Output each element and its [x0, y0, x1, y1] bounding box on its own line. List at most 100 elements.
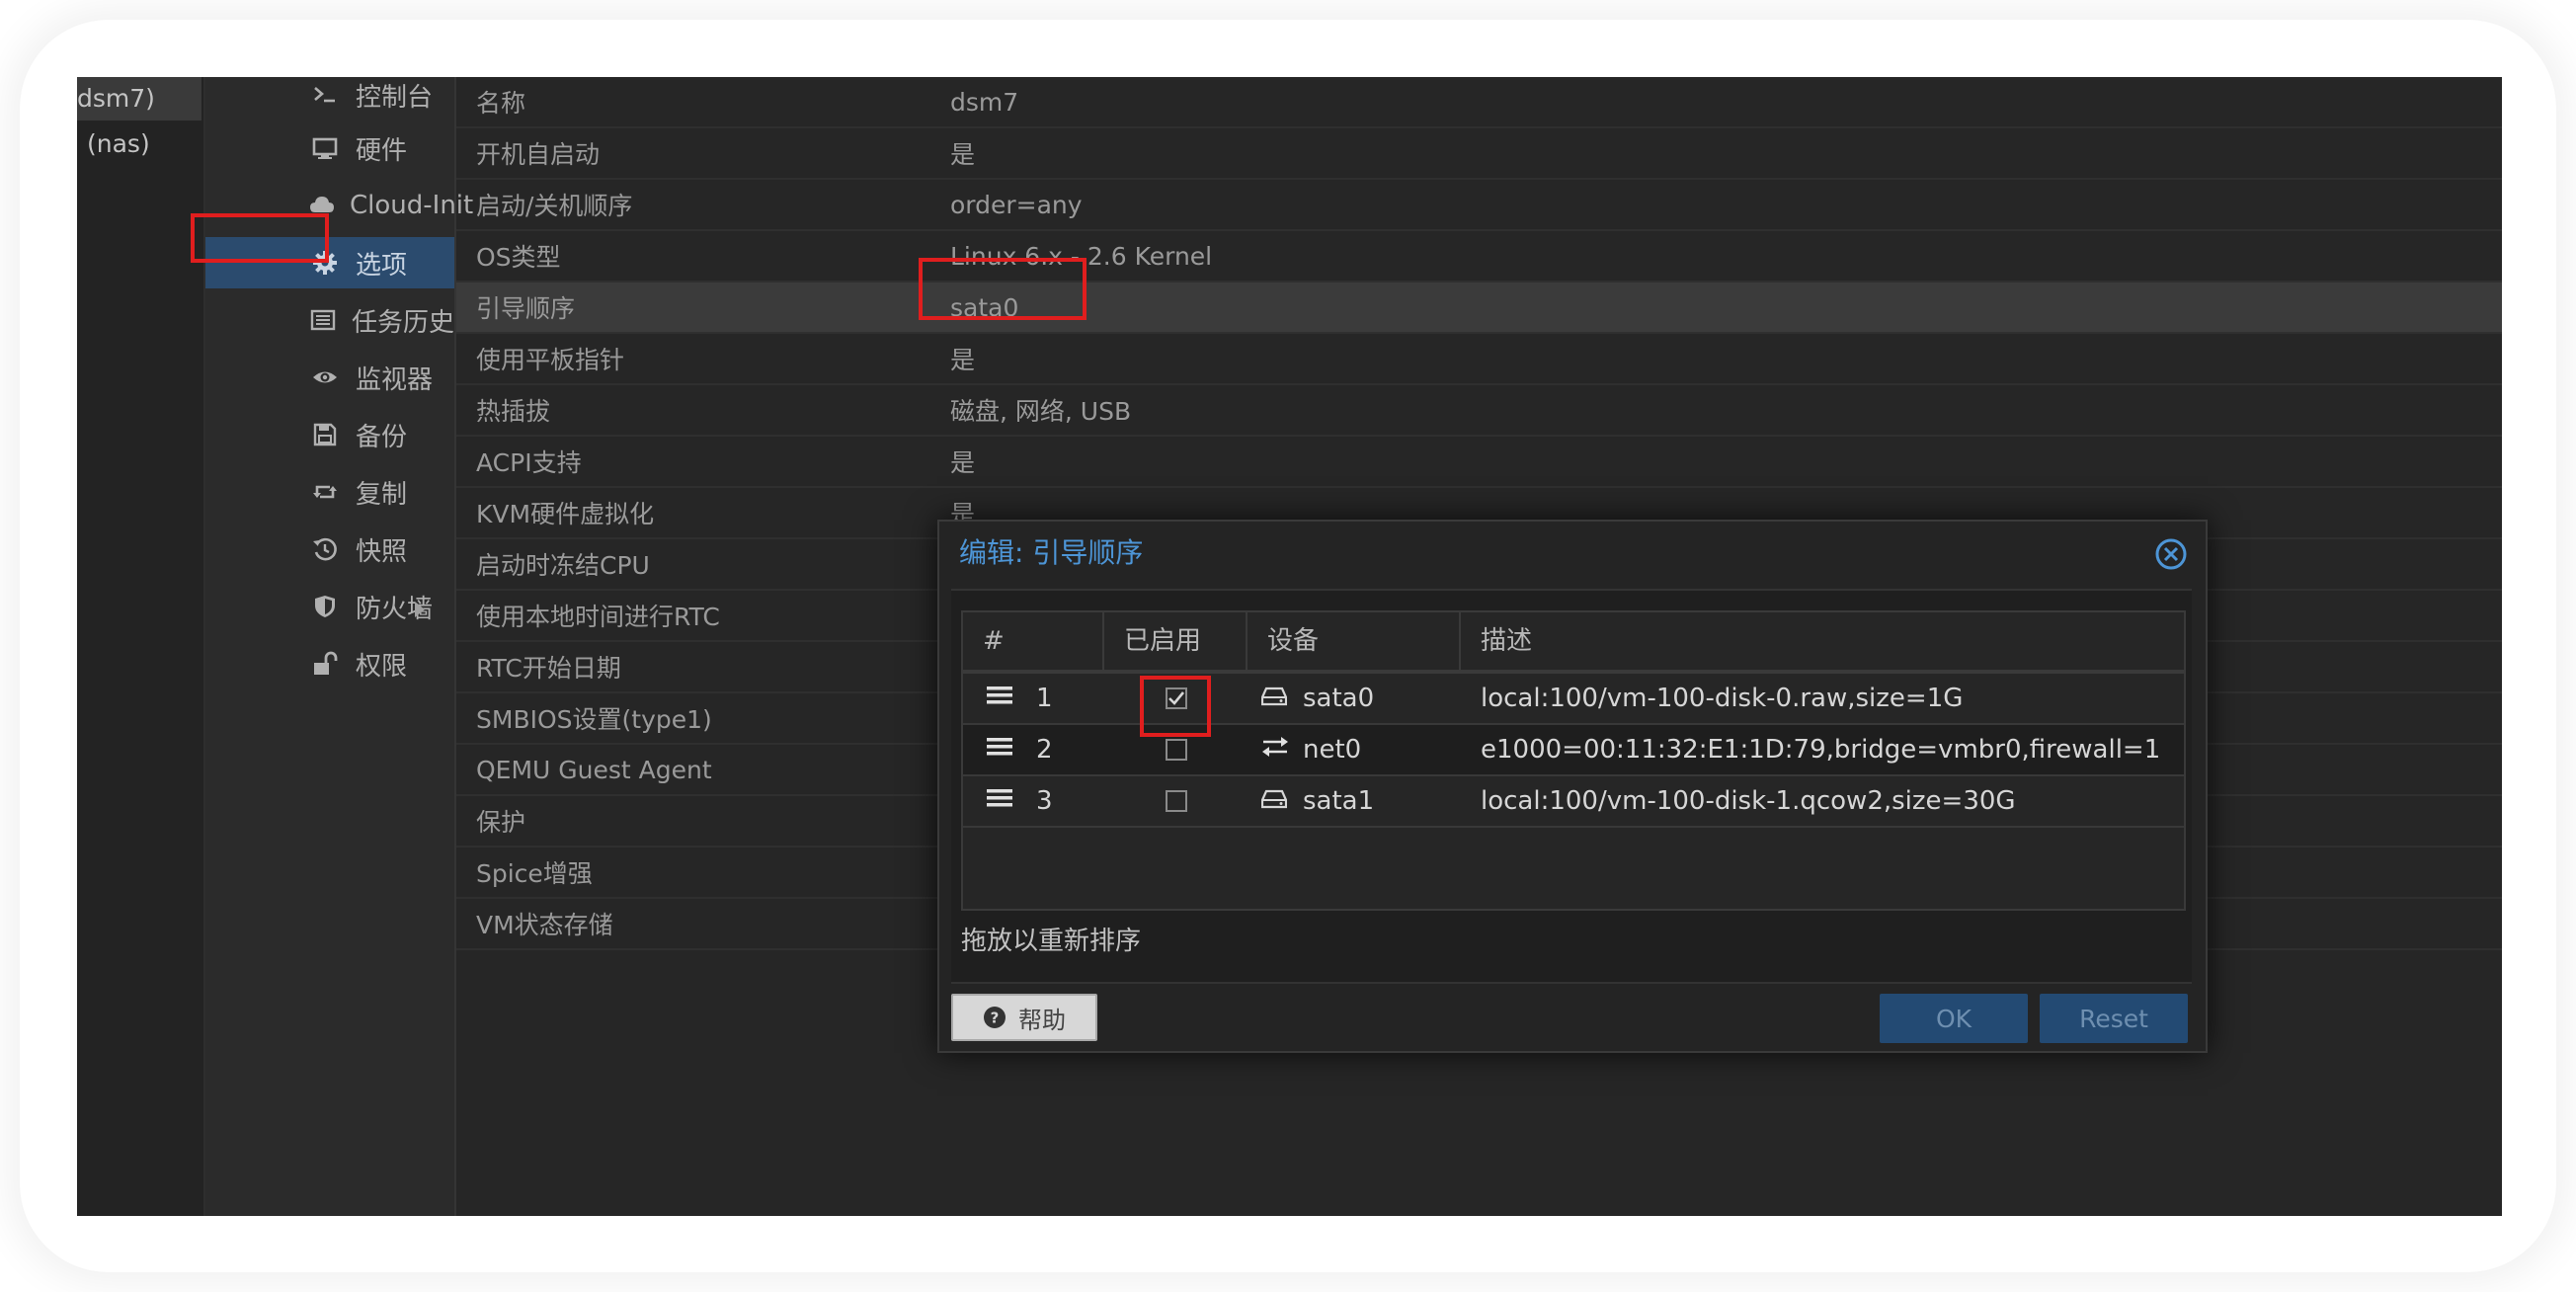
option-value: 是	[950, 140, 976, 169]
drag-handle-icon[interactable]	[987, 735, 1012, 765]
list-icon	[308, 306, 338, 334]
option-name: RTC开始日期	[476, 654, 621, 683]
column-header-enabled[interactable]: 已启用	[1104, 612, 1248, 670]
device-description: local:100/vm-100-disk-0.raw,size=1G	[1481, 684, 1964, 713]
nav-item-console[interactable]: 控制台	[205, 77, 454, 121]
boot-order-table: # 已启用 设备 描述 1 sata0 local:100/vm-100-dis…	[961, 610, 2186, 911]
drag-reorder-hint: 拖放以重新排序	[961, 927, 1142, 956]
nav-item-replication[interactable]: 复制	[205, 466, 454, 518]
nav-item-firewall[interactable]: 防火墙	[205, 581, 454, 632]
nav-label: Cloud-Init	[350, 191, 474, 220]
option-name: QEMU Guest Agent	[476, 755, 712, 784]
grid-row[interactable]: ACPI支持 是	[456, 437, 2502, 488]
row-number: 2	[1036, 735, 1053, 765]
tree-item-label: (nas)	[87, 129, 150, 158]
grid-row[interactable]: 开机自启动 是	[456, 128, 2502, 180]
nav-label: 快照	[356, 536, 408, 567]
option-value: sata0	[950, 292, 1019, 322]
tree-item-dsm7[interactable]: dsm7)	[77, 77, 201, 121]
cloud-icon	[308, 192, 336, 219]
nav-label: 备份	[356, 422, 408, 452]
nav-item-monitor[interactable]: 监视器	[205, 352, 454, 403]
floppy-icon	[308, 421, 342, 448]
question-circle-icon: ?	[983, 1006, 1006, 1029]
eye-icon	[308, 363, 342, 391]
option-name: 启动/关机顺序	[476, 192, 633, 220]
ok-button[interactable]: OK	[1880, 994, 2028, 1043]
device-name: sata0	[1303, 684, 1375, 713]
option-name: KVM硬件虚拟化	[476, 500, 655, 528]
nav-label: 控制台	[356, 82, 434, 113]
option-name: Spice增强	[476, 859, 593, 888]
grid-row-boot-order[interactable]: 引导顺序 sata0	[456, 283, 2502, 334]
nav-item-cloud-init[interactable]: Cloud-Init	[205, 180, 473, 231]
shield-icon	[308, 593, 342, 620]
exchange-icon	[1261, 735, 1289, 765]
table-row[interactable]: 3 sata1 local:100/vm-100-disk-1.qcow2,si…	[963, 776, 2184, 828]
vm-nav-menu: 控制台 硬件 Cloud-Init 选项 任务历史 监视器 备份 复制 快照 防…	[205, 77, 473, 1216]
grid-row[interactable]: 使用平板指针 是	[456, 334, 2502, 385]
option-name: 引导顺序	[476, 294, 576, 323]
option-value: Linux 6.x - 2.6 Kernel	[950, 241, 1213, 271]
nav-label: 权限	[356, 651, 408, 682]
close-icon[interactable]	[2154, 537, 2188, 571]
gear-icon	[308, 249, 342, 277]
option-name: 热插拔	[476, 397, 551, 426]
nav-label: 任务历史	[351, 307, 454, 338]
device-description: e1000=00:11:32:E1:1D:79,bridge=vmbr0,fir…	[1481, 735, 2161, 765]
nav-item-snapshots[interactable]: 快照	[205, 524, 454, 575]
row-number: 3	[1036, 786, 1053, 816]
ok-label: OK	[1935, 1004, 1972, 1033]
option-name: SMBIOS设置(type1)	[476, 705, 712, 734]
hdd-icon	[1260, 684, 1288, 713]
tree-item-label: dsm7)	[77, 84, 155, 113]
option-value: 是	[950, 346, 976, 374]
column-header-description[interactable]: 描述	[1461, 612, 2184, 670]
option-name: VM状态存储	[476, 911, 613, 939]
option-value: 是	[950, 448, 976, 477]
grid-row[interactable]: 名称 dsm7	[456, 77, 2502, 128]
resource-tree: dsm7) (nas)	[77, 77, 205, 1216]
nav-label: 选项	[356, 250, 408, 281]
option-name: 保护	[476, 808, 526, 837]
dialog-title: 编辑: 引导顺序	[959, 536, 1144, 569]
nav-item-permissions[interactable]: 权限	[205, 638, 454, 689]
grid-row[interactable]: 启动/关机顺序 order=any	[456, 180, 2502, 231]
table-row[interactable]: 2 net0 e1000=00:11:32:E1:1D:79,bridge=vm…	[963, 725, 2184, 776]
table-row[interactable]: 1 sata0 local:100/vm-100-disk-0.raw,size…	[963, 674, 2184, 725]
monitor-icon	[308, 134, 342, 162]
option-name: 使用平板指针	[476, 346, 625, 374]
nav-item-options[interactable]: 选项	[205, 237, 454, 288]
terminal-icon	[308, 81, 342, 109]
option-value: dsm7	[950, 87, 1019, 117]
column-header-number[interactable]: #	[963, 612, 1104, 670]
help-label: 帮助	[1018, 1006, 1066, 1034]
unlock-icon	[308, 650, 342, 678]
column-header-device[interactable]: 设备	[1248, 612, 1461, 670]
option-name: 开机自启动	[476, 140, 601, 169]
option-value: order=any	[950, 190, 1083, 219]
help-button[interactable]: ? 帮助	[951, 994, 1097, 1041]
enabled-checkbox[interactable]	[1165, 790, 1187, 812]
reset-label: Reset	[2079, 1004, 2148, 1033]
drag-handle-icon[interactable]	[987, 786, 1012, 816]
option-name: 启动时冻结CPU	[476, 551, 650, 580]
nav-item-task-history[interactable]: 任务历史	[205, 294, 454, 346]
nav-item-hardware[interactable]: 硬件	[205, 122, 454, 174]
grid-row[interactable]: 热插拔 磁盘, 网络, USB	[456, 385, 2502, 437]
row-number: 1	[1036, 684, 1053, 713]
enabled-checkbox[interactable]	[1165, 687, 1187, 709]
dialog-body: # 已启用 设备 描述 1 sata0 local:100/vm-100-dis…	[951, 589, 2192, 984]
enabled-checkbox[interactable]	[1165, 739, 1187, 761]
device-name: net0	[1303, 735, 1362, 765]
option-name: OS类型	[476, 243, 561, 272]
nav-label: 复制	[356, 479, 408, 510]
reset-button[interactable]: Reset	[2040, 994, 2188, 1043]
grid-row[interactable]: OS类型 Linux 6.x - 2.6 Kernel	[456, 231, 2502, 283]
nav-item-backup[interactable]: 备份	[205, 409, 454, 460]
tree-item-nas[interactable]: (nas)	[87, 122, 150, 166]
option-name: 使用本地时间进行RTC	[476, 603, 720, 631]
device-description: local:100/vm-100-disk-1.qcow2,size=30G	[1481, 786, 2016, 816]
drag-handle-icon[interactable]	[987, 684, 1012, 713]
boot-order-dialog: 编辑: 引导顺序 # 已启用 设备 描述 1 sata0 local:100/v…	[937, 520, 2208, 1053]
